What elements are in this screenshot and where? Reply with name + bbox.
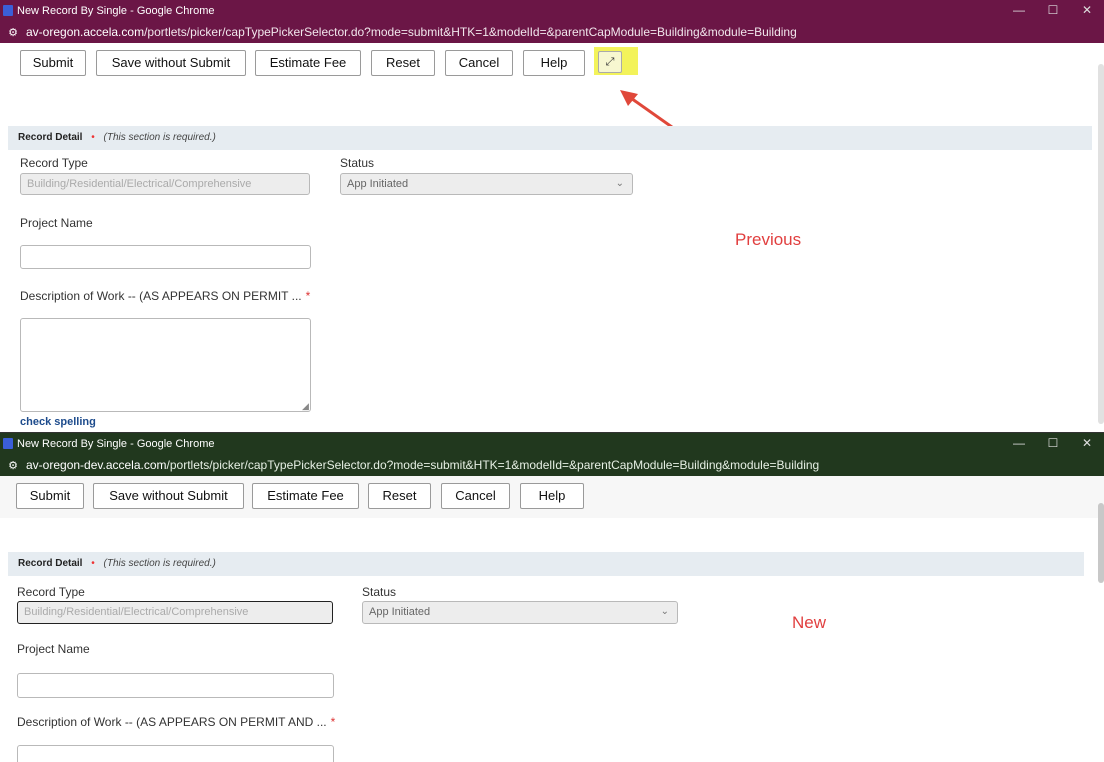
action-toolbar: Submit Save without Submit Estimate Fee …	[0, 43, 1104, 83]
window-controls: — ☐ ✕	[1002, 0, 1104, 21]
record-type-label: Record Type	[17, 585, 85, 599]
section-note: (This section is required.)	[103, 132, 216, 143]
description-textarea[interactable]	[20, 318, 311, 412]
close-icon[interactable]: ✕	[1070, 0, 1104, 21]
action-toolbar: Submit Save without Submit Estimate Fee …	[0, 476, 1104, 518]
url-path: /portlets/picker/capTypePickerSelector.d…	[166, 458, 820, 472]
project-name-label: Project Name	[17, 642, 90, 656]
site-info-icon[interactable]: ⚙	[6, 26, 20, 39]
new-window: New Record By Single - Google Chrome — ☐…	[0, 432, 1104, 762]
title-bar: New Record By Single - Google Chrome — ☐…	[0, 433, 1104, 454]
description-label: Description of Work -- (AS APPEARS ON PE…	[17, 715, 335, 729]
new-annotation-label: New	[792, 613, 827, 632]
maximize-icon[interactable]: ☐	[1036, 433, 1070, 454]
address-bar[interactable]: ⚙ av-oregon.accela.com /portlets/picker/…	[0, 21, 1104, 43]
previous-window: New Record By Single - Google Chrome — ☐…	[0, 0, 1104, 432]
description-label-text: Description of Work -- (AS APPEARS ON PE…	[20, 289, 302, 303]
estimate-fee-button[interactable]: Estimate Fee	[252, 483, 359, 509]
required-marker: •	[91, 132, 95, 143]
expand-arrows-icon[interactable]: ⤢	[598, 51, 622, 73]
status-select[interactable]: App Initiated ⌄	[340, 173, 633, 195]
description-textarea[interactable]	[17, 745, 334, 762]
check-spelling-link[interactable]: check spelling	[20, 416, 96, 428]
submit-button[interactable]: Submit	[20, 50, 86, 76]
status-value: App Initiated	[369, 606, 431, 618]
section-note: (This section is required.)	[103, 558, 216, 569]
window-controls: — ☐ ✕	[1002, 433, 1104, 454]
minimize-icon[interactable]: —	[1002, 433, 1036, 454]
scrollbar-track[interactable]	[1098, 64, 1104, 424]
project-name-input[interactable]	[17, 673, 334, 698]
cancel-button[interactable]: Cancel	[441, 483, 510, 509]
chrome-app-icon	[3, 438, 13, 449]
description-label-text: Description of Work -- (AS APPEARS ON PE…	[17, 715, 327, 729]
description-label: Description of Work -- (AS APPEARS ON PE…	[20, 289, 310, 303]
required-star: *	[330, 715, 336, 729]
record-detail-section-header: Record Detail • (This section is require…	[8, 552, 1084, 576]
previous-annotation-label: Previous	[735, 230, 802, 249]
help-button[interactable]: Help	[523, 50, 585, 76]
site-info-icon[interactable]: ⚙	[6, 459, 20, 472]
reset-button[interactable]: Reset	[371, 50, 435, 76]
maximize-icon[interactable]: ☐	[1036, 0, 1070, 21]
save-without-submit-button[interactable]: Save without Submit	[96, 50, 246, 76]
record-detail-section-header: Record Detail • (This section is require…	[8, 126, 1092, 150]
url-host: av-oregon.accela.com	[26, 25, 145, 39]
record-type-field: Building/Residential/Electrical/Comprehe…	[17, 601, 333, 624]
section-title: Record Detail	[18, 558, 83, 569]
project-name-input[interactable]	[20, 245, 311, 269]
close-icon[interactable]: ✕	[1070, 433, 1104, 454]
scrollbar-thumb[interactable]	[1098, 503, 1104, 583]
estimate-fee-button[interactable]: Estimate Fee	[255, 50, 361, 76]
address-bar[interactable]: ⚙ av-oregon-dev.accela.com /portlets/pic…	[0, 454, 1104, 476]
status-select[interactable]: App Initiated ⌄	[362, 601, 678, 624]
status-value: App Initiated	[347, 178, 409, 190]
cancel-button[interactable]: Cancel	[445, 50, 513, 76]
required-star: *	[305, 289, 311, 303]
submit-button[interactable]: Submit	[16, 483, 84, 509]
resize-handle-icon[interactable]: ◢	[302, 401, 309, 412]
url-path: /portlets/picker/capTypePickerSelector.d…	[144, 25, 797, 39]
chevron-down-icon: ⌄	[615, 178, 624, 189]
minimize-icon[interactable]: —	[1002, 0, 1036, 21]
record-type-label: Record Type	[20, 156, 88, 170]
status-label: Status	[340, 156, 375, 170]
section-title: Record Detail	[18, 132, 83, 143]
title-bar: New Record By Single - Google Chrome — ☐…	[0, 0, 1104, 21]
window-title: New Record By Single - Google Chrome	[17, 437, 215, 450]
project-name-label: Project Name	[20, 216, 93, 230]
window-title: New Record By Single - Google Chrome	[17, 4, 215, 17]
chevron-down-icon: ⌄	[660, 606, 669, 617]
reset-button[interactable]: Reset	[368, 483, 431, 509]
status-label: Status	[362, 585, 397, 599]
help-button[interactable]: Help	[520, 483, 584, 509]
url-host: av-oregon-dev.accela.com	[26, 458, 167, 472]
save-without-submit-button[interactable]: Save without Submit	[93, 483, 244, 509]
chrome-app-icon	[3, 5, 13, 16]
required-marker: •	[91, 558, 95, 569]
record-type-field: Building/Residential/Electrical/Comprehe…	[20, 173, 310, 195]
